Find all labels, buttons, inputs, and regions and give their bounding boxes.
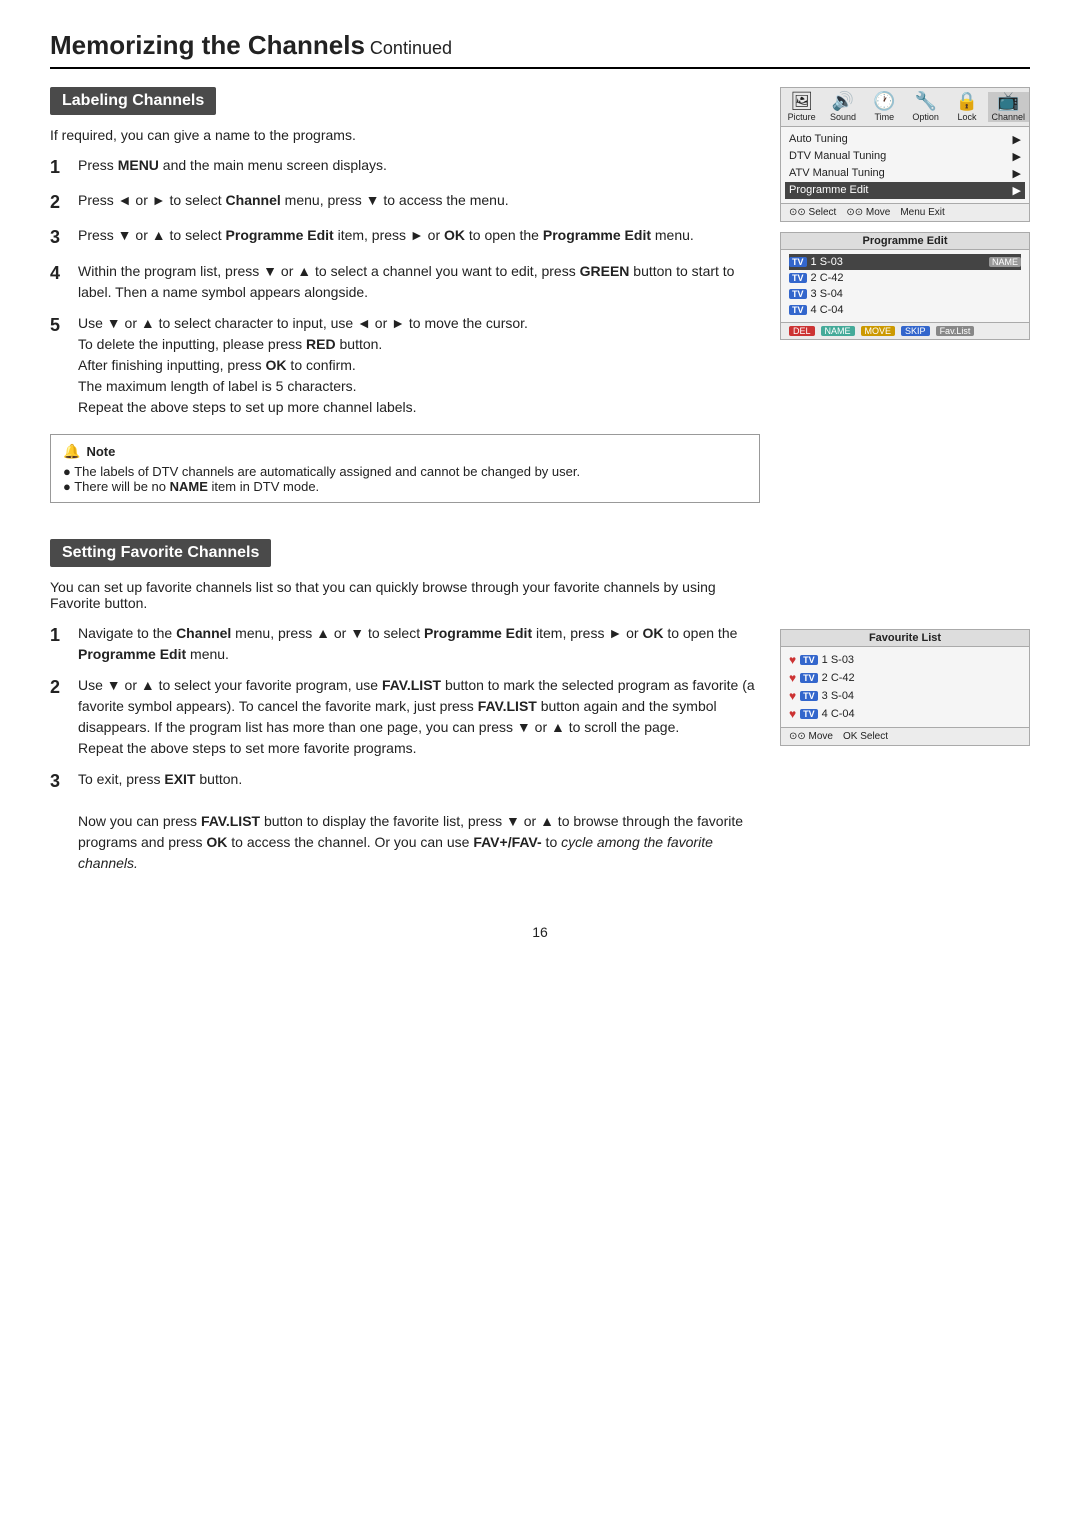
note-item-1: The labels of DTV channels are automatic…	[63, 464, 747, 479]
heart-icon-1: ♥	[789, 653, 796, 667]
step-1: 1 Press MENU and the main menu screen di…	[50, 155, 760, 180]
del-button: DEL	[789, 326, 815, 336]
prog-edit-row-4: TV 4 C-04	[789, 302, 1021, 318]
heart-icon-2: ♥	[789, 671, 796, 685]
prog-edit-row-2: TV 2 C-42	[789, 270, 1021, 286]
step-2: 2 Press ◄ or ► to select Channel menu, p…	[50, 190, 760, 215]
step-5: 5 Use ▼ or ▲ to select character to inpu…	[50, 313, 760, 418]
favlist-button: Fav.List	[936, 326, 975, 336]
step-3: 3 Press ▼ or ▲ to select Programme Edit …	[50, 225, 760, 250]
note-box: 🔔 Note The labels of DTV channels are au…	[50, 434, 760, 503]
page-number: 16	[50, 924, 1030, 940]
favourite-left: Setting Favorite Channels You can set up…	[50, 539, 760, 884]
favourite-section: Setting Favorite Channels You can set up…	[50, 539, 1030, 884]
fav-rows: ♥ TV 1 S-03 ♥ TV 2 C-42 ♥ TV 3 S-04 ♥ TV	[781, 647, 1029, 727]
note-item-2: There will be no NAME item in DTV mode.	[63, 479, 747, 494]
right-panel-favourite: Favourite List ♥ TV 1 S-03 ♥ TV 2 C-42 ♥…	[780, 539, 1030, 884]
menu-footer: ⊙⊙ Select ⊙⊙ Move Menu Exit	[781, 203, 1029, 221]
fav-panel: Favourite List ♥ TV 1 S-03 ♥ TV 2 C-42 ♥…	[780, 629, 1030, 746]
right-panel-labeling: 🖼 Picture 🔊 Sound 🕐 Time 🔧 Option 🔒	[780, 87, 1030, 519]
fav-panel-title: Favourite List	[781, 630, 1029, 647]
note-items: The labels of DTV channels are automatic…	[63, 464, 747, 494]
menu-icon-option: 🔧 Option	[905, 92, 946, 122]
prog-edit-title: Programme Edit	[781, 233, 1029, 250]
favourite-header: Setting Favorite Channels	[50, 539, 271, 567]
fav-step-2: 2 Use ▼ or ▲ to select your favorite pro…	[50, 675, 760, 759]
labeling-header: Labeling Channels	[50, 87, 216, 115]
fav-row-1: ♥ TV 1 S-03	[789, 651, 1021, 669]
prog-edit-row-1: TV 1 S-03 NAME	[789, 254, 1021, 270]
menu-row-auto-tuning: Auto Tuning ▶	[789, 131, 1021, 148]
fav-row-3: ♥ TV 3 S-04	[789, 687, 1021, 705]
prog-edit-rows: TV 1 S-03 NAME TV 2 C-42 TV 3 S-04 TV 4 …	[781, 250, 1029, 322]
prog-edit-footer: DEL NAME MOVE SKIP Fav.List	[781, 322, 1029, 339]
fav-footer: ⊙⊙ Move OK Select	[781, 727, 1029, 745]
menu-panel: 🖼 Picture 🔊 Sound 🕐 Time 🔧 Option 🔒	[780, 87, 1030, 222]
menu-icon-channel: 📺 Channel	[988, 92, 1029, 122]
prog-edit-panel: Programme Edit TV 1 S-03 NAME TV 2 C-42 …	[780, 232, 1030, 340]
name-button: NAME	[821, 326, 855, 336]
fav-row-4: ♥ TV 4 C-04	[789, 705, 1021, 723]
labeling-section: Labeling Channels If required, you can g…	[50, 87, 1030, 519]
favourite-intro: You can set up favorite channels list so…	[50, 579, 760, 611]
fav-step-1: 1 Navigate to the Channel menu, press ▲ …	[50, 623, 760, 665]
menu-icon-time: 🕐 Time	[864, 92, 905, 122]
menu-icon-sound: 🔊 Sound	[822, 92, 863, 122]
menu-icon-lock: 🔒 Lock	[946, 92, 987, 122]
step-4: 4 Within the program list, press ▼ or ▲ …	[50, 261, 760, 303]
skip-button: SKIP	[901, 326, 930, 336]
note-icon: 🔔	[63, 443, 80, 460]
menu-row-dtv: DTV Manual Tuning ▶	[789, 148, 1021, 165]
labeling-intro: If required, you can give a name to the …	[50, 127, 760, 143]
labeling-left: Labeling Channels If required, you can g…	[50, 87, 760, 519]
menu-icon-picture: 🖼 Picture	[781, 92, 822, 122]
prog-edit-row-3: TV 3 S-04	[789, 286, 1021, 302]
fav-step-3: 3 To exit, press EXIT button. Now you ca…	[50, 769, 760, 874]
menu-row-programme-edit: Programme Edit ▶	[785, 182, 1025, 199]
labeling-steps: 1 Press MENU and the main menu screen di…	[50, 155, 760, 418]
move-button: MOVE	[861, 326, 896, 336]
menu-icons-row: 🖼 Picture 🔊 Sound 🕐 Time 🔧 Option 🔒	[781, 88, 1029, 127]
menu-row-atv: ATV Manual Tuning ▶	[789, 165, 1021, 182]
heart-icon-3: ♥	[789, 689, 796, 703]
menu-rows: Auto Tuning ▶ DTV Manual Tuning ▶ ATV Ma…	[781, 127, 1029, 203]
fav-row-2: ♥ TV 2 C-42	[789, 669, 1021, 687]
favourite-steps: 1 Navigate to the Channel menu, press ▲ …	[50, 623, 760, 874]
page-title: Memorizing the Channels Continued	[50, 30, 1030, 69]
heart-icon-4: ♥	[789, 707, 796, 721]
